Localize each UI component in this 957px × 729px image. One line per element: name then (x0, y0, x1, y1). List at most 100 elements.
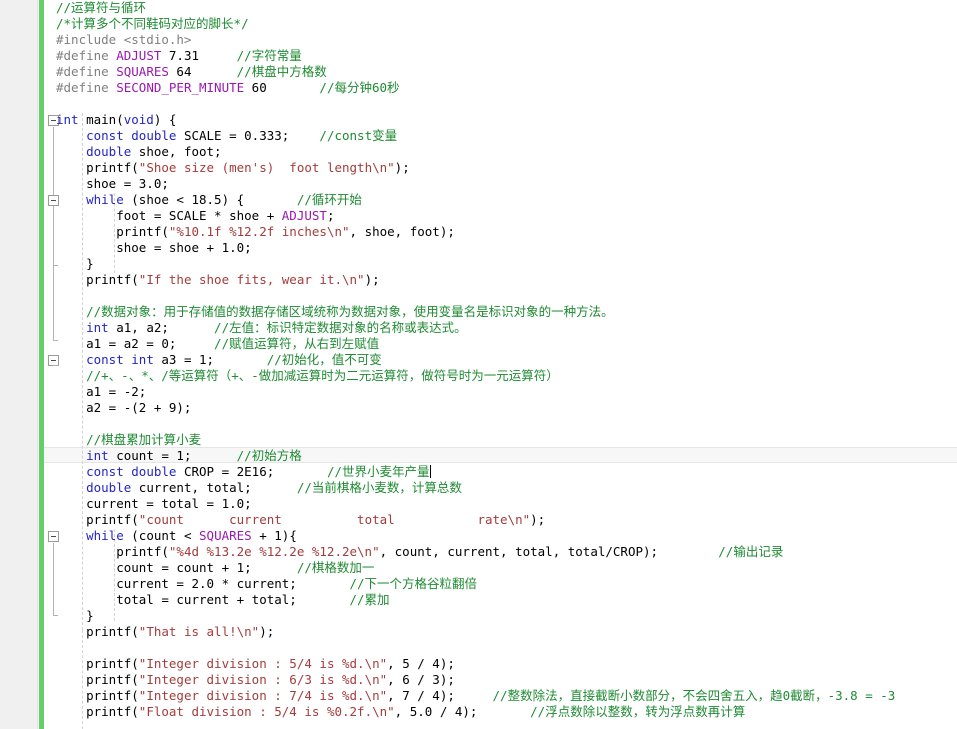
code-line[interactable]: printf("Integer division : 7/4 is %d.\n"… (56, 688, 895, 704)
code-token: shoe = 3.0; (56, 176, 169, 191)
code-line[interactable]: printf("Integer division : 5/4 is %d.\n"… (56, 656, 455, 672)
code-token: //累加 (296, 592, 390, 607)
code-token: "%4d %13.2e %12.2e %12.2e\n" (168, 544, 380, 559)
code-line[interactable]: current = total = 1.0; (56, 496, 252, 512)
code-token: //下一个方格谷粒翻倍 (296, 576, 478, 591)
code-line[interactable]: } (56, 256, 94, 272)
code-token: printf( (56, 160, 139, 175)
code-token: //世界小麦年产量 (274, 464, 430, 479)
text-caret (429, 465, 431, 478)
code-line[interactable]: shoe = shoe + 1.0; (56, 240, 251, 256)
code-token: const double (86, 128, 177, 143)
code-token: foot = SCALE * shoe + (56, 208, 282, 223)
code-line[interactable]: int main(void) { (56, 112, 176, 128)
code-line[interactable]: total = current + total; //累加 (56, 592, 390, 608)
code-line[interactable]: a1 = -2; (56, 384, 146, 400)
code-token: "Shoe size (men's) foot length\n" (138, 160, 395, 175)
code-token: //棋格数加一 (251, 560, 375, 575)
code-line[interactable]: //棋盘累加计算小麦 (56, 432, 201, 448)
code-line[interactable]: printf("If the shoe fits, wear it.\n"); (56, 272, 380, 288)
code-token: //const变量 (289, 128, 398, 143)
code-token: + 1){ (251, 528, 297, 543)
code-token: ); (364, 272, 380, 287)
code-token: int (86, 320, 109, 335)
code-token: //初始化，值不可变 (214, 352, 382, 367)
code-token: printf( (56, 544, 169, 559)
code-text-layer[interactable]: //运算符与循环/*计算多个不同鞋码对应的脚长*/#include <stdio… (44, 0, 957, 729)
code-token: , 5.0 / 4); (394, 704, 478, 719)
code-line[interactable]: a2 = -(2 + 9); (56, 400, 191, 416)
code-token: printf( (56, 656, 139, 671)
code-token: ; (326, 208, 335, 223)
code-line[interactable]: double shoe, foot; (56, 144, 221, 160)
code-token: SECOND_PER_MINUTE (116, 80, 245, 95)
code-line[interactable]: //数据对象：用于存储值的数据存储区域统称为数据对象，使用变量名是标识对象的一种… (56, 304, 614, 320)
code-line[interactable]: #include <stdio.h> (56, 32, 191, 48)
code-token: , 6 / 3); (387, 672, 455, 687)
code-token: (count < (123, 528, 200, 543)
code-token: int (86, 448, 109, 463)
code-line[interactable]: printf("Integer division : 6/3 is %d.\n"… (56, 672, 455, 688)
code-token: #define (56, 64, 117, 79)
code-line[interactable]: } (56, 608, 94, 624)
code-token: double (86, 144, 132, 159)
code-token: current, total; (131, 480, 252, 495)
code-token: } (56, 608, 94, 623)
code-line[interactable]: printf("Shoe size (men's) foot length\n"… (56, 160, 410, 176)
code-line[interactable]: printf("%4d %13.2e %12.2e %12.2e\n", cou… (56, 544, 783, 560)
code-token: total = current + total; (56, 592, 297, 607)
code-line[interactable]: while (shoe < 18.5) { //循环开始 (56, 192, 362, 208)
code-line[interactable]: const double CROP = 2E16; //世界小麦年产量 (56, 464, 431, 480)
code-token: while (86, 192, 124, 207)
code-line[interactable]: //+、-、*、/等运算符（+、-做加减运算时为二元运算符，做符号时为一元运算符… (56, 368, 559, 384)
code-token: const int (86, 352, 154, 367)
code-token: CROP = 2E16; (176, 464, 275, 479)
code-token: ); (530, 512, 546, 527)
code-token: printf( (56, 624, 139, 639)
code-line[interactable]: printf("%10.1f %12.2f inches\n", shoe, f… (56, 224, 455, 240)
code-line[interactable]: printf("count current total rate\n"); (56, 512, 545, 528)
code-line[interactable]: const int a3 = 1; //初始化，值不可变 (56, 352, 382, 368)
code-line[interactable]: #define SECOND_PER_MINUTE 60 //每分钟60秒 (56, 80, 400, 96)
code-line[interactable]: //运算符与循环 (56, 0, 146, 16)
code-token: "That is all!\n" (138, 624, 260, 639)
code-line[interactable]: #define ADJUST 7.31 //字符常量 (56, 48, 302, 64)
code-line[interactable]: const double SCALE = 0.333; //const变量 (56, 128, 397, 144)
code-token: main( (78, 112, 124, 127)
code-line[interactable]: foot = SCALE * shoe + ADJUST; (56, 208, 334, 224)
code-token: while (86, 528, 124, 543)
code-line[interactable]: a1 = a2 = 0; //赋值运算符，从右到左赋值 (56, 336, 379, 352)
code-token: , shoe, foot); (349, 224, 455, 239)
code-token: ); (394, 160, 410, 175)
code-line[interactable]: /*计算多个不同鞋码对应的脚长*/ (56, 16, 249, 32)
code-token: printf( (56, 672, 139, 687)
code-line[interactable]: #define SQUARES 64 //棋盘中方格数 (56, 64, 327, 80)
code-line[interactable]: printf("That is all!\n"); (56, 624, 274, 640)
code-token: , count, current, total, total/CROP); (379, 544, 659, 559)
code-line[interactable]: printf("Float division : 5/4 is %0.2f.\n… (56, 704, 745, 720)
code-token: current = total = 1.0; (56, 496, 252, 511)
code-token: a1 = -2; (56, 384, 147, 399)
code-token: //输出记录 (658, 544, 784, 559)
code-line[interactable]: while (count < SQUARES + 1){ (56, 528, 297, 544)
code-token: void (123, 112, 154, 127)
code-line[interactable]: int count = 1; //初始方格 (56, 448, 302, 464)
code-token: //+、-、*、/等运算符（+、-做加减运算时为二元运算符，做符号时为一元运算符… (56, 368, 559, 383)
code-token: //当前棋格小麦数，计算总数 (251, 480, 462, 495)
code-line[interactable]: current = 2.0 * current; //下一个方格谷粒翻倍 (56, 576, 477, 592)
code-token: current = 2.0 * current; (56, 576, 297, 591)
code-line[interactable]: double current, total; //当前棋格小麦数，计算总数 (56, 480, 462, 496)
code-line[interactable]: int a1, a2; //左值：标识特定数据对象的名称或表达式。 (56, 320, 467, 336)
code-line[interactable]: count = count + 1; //棋格数加一 (56, 560, 374, 576)
code-line[interactable]: shoe = 3.0; (56, 176, 169, 192)
code-editor[interactable]: //运算符与循环/*计算多个不同鞋码对应的脚长*/#include <stdio… (0, 0, 957, 729)
code-token: //浮点数除以整数，转为浮点数再计算 (477, 704, 746, 719)
code-token: int (56, 112, 79, 127)
code-token: a3 = 1; (153, 352, 215, 367)
